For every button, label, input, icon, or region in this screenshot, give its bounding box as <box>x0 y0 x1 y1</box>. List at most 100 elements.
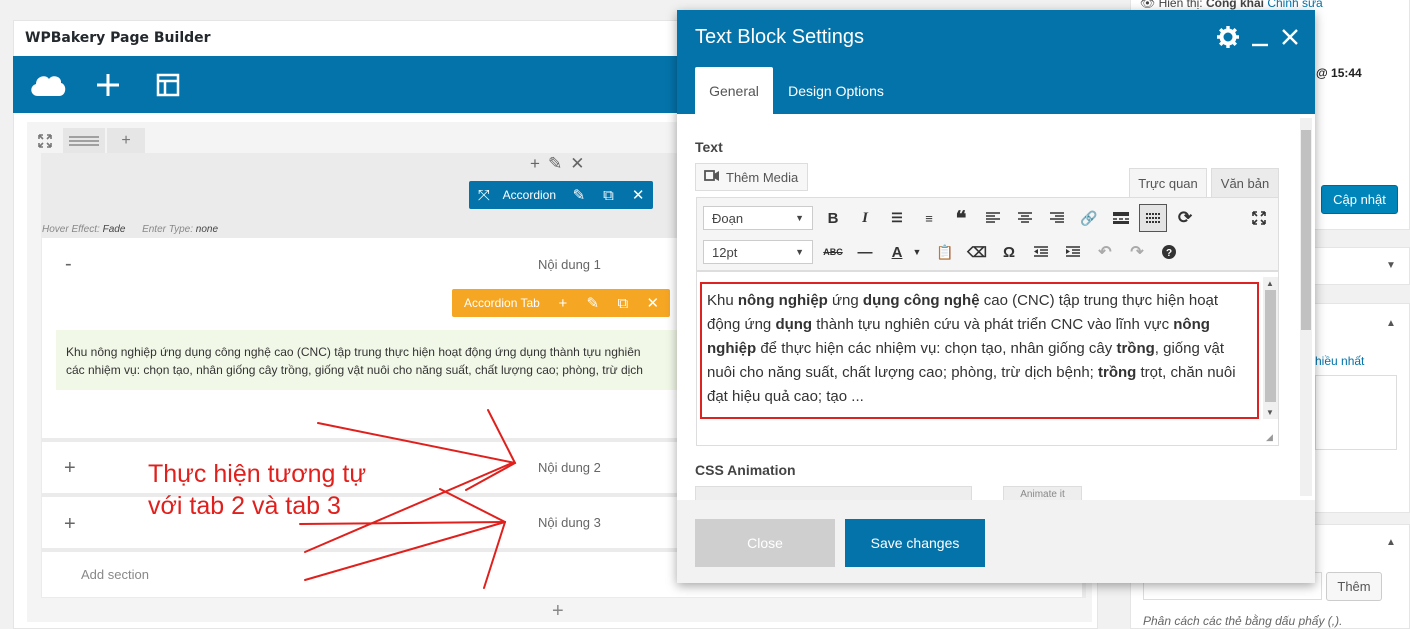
add-row-plus-icon[interactable]: + <box>107 128 145 153</box>
plus-icon[interactable]: + <box>530 154 540 176</box>
text-run: để thực hiện các nhiệm vụ: chọn tạo, nhâ… <box>756 340 1117 357</box>
hover-effect-value: Fade <box>102 224 126 235</box>
editor-scroll-thumb[interactable] <box>1265 290 1276 402</box>
align-center-icon[interactable] <box>1011 204 1039 232</box>
column-controls: + ✎ ✕ <box>530 154 600 176</box>
accordion-tab-badge[interactable]: Accordion Tab + ✎ ⧉ ✕ <box>452 289 670 317</box>
add-media-label: Thêm Media <box>726 169 799 185</box>
bold-run: trồng <box>1098 364 1137 381</box>
tag-add-button[interactable]: Thêm <box>1326 572 1382 601</box>
clone-icon[interactable]: ⧉ <box>594 187 624 204</box>
format-select-value: Đoạn <box>712 210 744 226</box>
tab-general[interactable]: General <box>695 67 773 114</box>
align-right-icon[interactable] <box>1043 204 1071 232</box>
paste-text-icon[interactable]: 📋 <box>931 238 959 266</box>
enter-type-label: Enter Type: <box>142 224 194 235</box>
close-button[interactable]: Close <box>695 519 835 567</box>
editor-toolbar: Đoạn ▼ B I ☰ ≡ ❝ 🔗 ⟳ 12pt ▼ ABC — A ▼ 📋 … <box>696 197 1279 271</box>
move-arrows-icon[interactable]: ⤧ <box>469 187 499 204</box>
chevron-down-icon[interactable]: ▼ <box>903 238 931 266</box>
close-icon[interactable] <box>1281 28 1299 51</box>
chevron-down-icon: ▼ <box>795 247 804 257</box>
italic-icon[interactable]: I <box>851 204 879 232</box>
expand-toggle[interactable]: + <box>64 513 76 536</box>
caret-down-icon[interactable]: ▼ <box>1386 260 1396 271</box>
strikethrough-icon[interactable]: ABC <box>819 238 847 266</box>
blockquote-icon[interactable]: ❝ <box>947 204 975 232</box>
bullet-list-icon[interactable]: ☰ <box>883 204 911 232</box>
toolbar-toggle-icon[interactable] <box>1139 204 1167 232</box>
enter-type-value: none <box>195 224 219 235</box>
close-icon[interactable]: ✕ <box>638 294 668 312</box>
minimize-icon[interactable] <box>1251 27 1269 52</box>
tab-design-options[interactable]: Design Options <box>776 67 896 114</box>
caret-up-icon[interactable]: ▲ <box>1386 318 1396 329</box>
caret-up-icon[interactable]: ▲ <box>1386 537 1396 548</box>
eye-icon: 👁 <box>1140 0 1156 10</box>
fullscreen-icon[interactable] <box>1245 204 1273 232</box>
bold-run: trồng <box>1116 340 1155 357</box>
categories-list[interactable] <box>1315 375 1397 450</box>
accordion-label: Accordion <box>502 188 557 202</box>
annotation-line: với tab 2 và tab 3 <box>148 492 341 520</box>
align-left-icon[interactable] <box>979 204 1007 232</box>
pencil-icon[interactable]: ✎ <box>564 186 594 204</box>
editor-tab-visual[interactable]: Trực quan <box>1129 168 1207 198</box>
accordion-tab-title[interactable]: Nội dung 2 <box>538 460 601 475</box>
font-size-select[interactable]: 12pt ▼ <box>703 240 813 264</box>
help-icon[interactable]: ? <box>1155 238 1183 266</box>
format-select[interactable]: Đoạn ▼ <box>703 206 813 230</box>
annotation-line: Thực hiện tương tự <box>148 460 367 488</box>
special-character-icon[interactable]: Ω <box>995 238 1023 266</box>
link-icon[interactable]: 🔗 <box>1075 204 1103 232</box>
plus-icon[interactable]: + <box>548 295 578 312</box>
update-button[interactable]: Cập nhật <box>1321 185 1398 214</box>
css-animation-select[interactable] <box>695 486 972 500</box>
redo-icon[interactable]: ↷ <box>1123 238 1151 266</box>
modal-title: Text Block Settings <box>695 26 864 48</box>
resize-handle-icon[interactable]: ◢ <box>1266 432 1273 443</box>
visibility-edit-link[interactable]: Chỉnh sửa <box>1267 0 1322 10</box>
horizontal-line-icon[interactable]: — <box>851 238 879 266</box>
visibility-row: 👁 Hiển thị: Công khai Chỉnh sửa <box>1140 0 1323 10</box>
close-icon[interactable]: ✕ <box>570 154 584 176</box>
numbered-list-icon[interactable]: ≡ <box>915 204 943 232</box>
add-section-button[interactable]: Add section <box>81 567 149 582</box>
undo-icon[interactable]: ↶ <box>1091 238 1119 266</box>
gear-icon[interactable] <box>1217 26 1239 53</box>
accordion-params: Hover Effect: Fade Enter Type: none <box>42 224 218 235</box>
outdent-icon[interactable] <box>1027 238 1055 266</box>
bold-icon[interactable]: B <box>819 204 847 232</box>
add-media-button[interactable]: Thêm Media <box>695 163 808 191</box>
expand-icon[interactable] <box>30 128 60 153</box>
plus-icon[interactable] <box>83 56 133 113</box>
pencil-icon[interactable]: ✎ <box>548 154 562 176</box>
text-block-preview[interactable]: Khu nông nghiệp ứng dụng công nghệ cao (… <box>56 330 681 390</box>
most-used-tab[interactable]: hiều nhất <box>1315 354 1364 368</box>
editor-content[interactable]: Khu nông nghiệp ứng dụng công nghệ cao (… <box>700 282 1259 419</box>
save-changes-button[interactable]: Save changes <box>845 519 985 567</box>
modal-scroll-thumb[interactable] <box>1301 130 1311 330</box>
editor-tab-text[interactable]: Văn bản <box>1211 168 1279 198</box>
scroll-down-icon[interactable]: ▼ <box>1266 408 1274 417</box>
indent-icon[interactable] <box>1059 238 1087 266</box>
read-more-icon[interactable] <box>1107 204 1135 232</box>
pencil-icon[interactable]: ✎ <box>578 294 608 312</box>
bold-run: dụng <box>775 316 813 333</box>
collapse-toggle[interactable]: - <box>65 253 72 276</box>
layout-icon[interactable] <box>143 56 193 113</box>
refresh-icon[interactable]: ⟳ <box>1171 204 1199 232</box>
accordion-tab-title[interactable]: Nội dung 3 <box>538 515 601 530</box>
cloud-logo-icon[interactable] <box>23 56 73 113</box>
accordion-badge[interactable]: ⤧ Accordion ✎ ⧉ ✕ <box>469 181 653 209</box>
annotation-text: Thực hiện tương tự với tab 2 và tab 3 <box>148 458 366 522</box>
layout-lines-icon[interactable] <box>63 128 105 153</box>
scroll-up-icon[interactable]: ▲ <box>1266 279 1274 288</box>
clone-icon[interactable]: ⧉ <box>608 295 638 312</box>
animate-it-button[interactable]: Animate it <box>1003 486 1082 500</box>
close-icon[interactable]: ✕ <box>623 186 653 204</box>
add-element-plus-icon[interactable]: + <box>552 600 564 623</box>
clear-formatting-icon[interactable]: ⌫ <box>963 238 991 266</box>
accordion-tab-title[interactable]: Nội dung 1 <box>538 257 601 272</box>
expand-toggle[interactable]: + <box>64 457 76 480</box>
